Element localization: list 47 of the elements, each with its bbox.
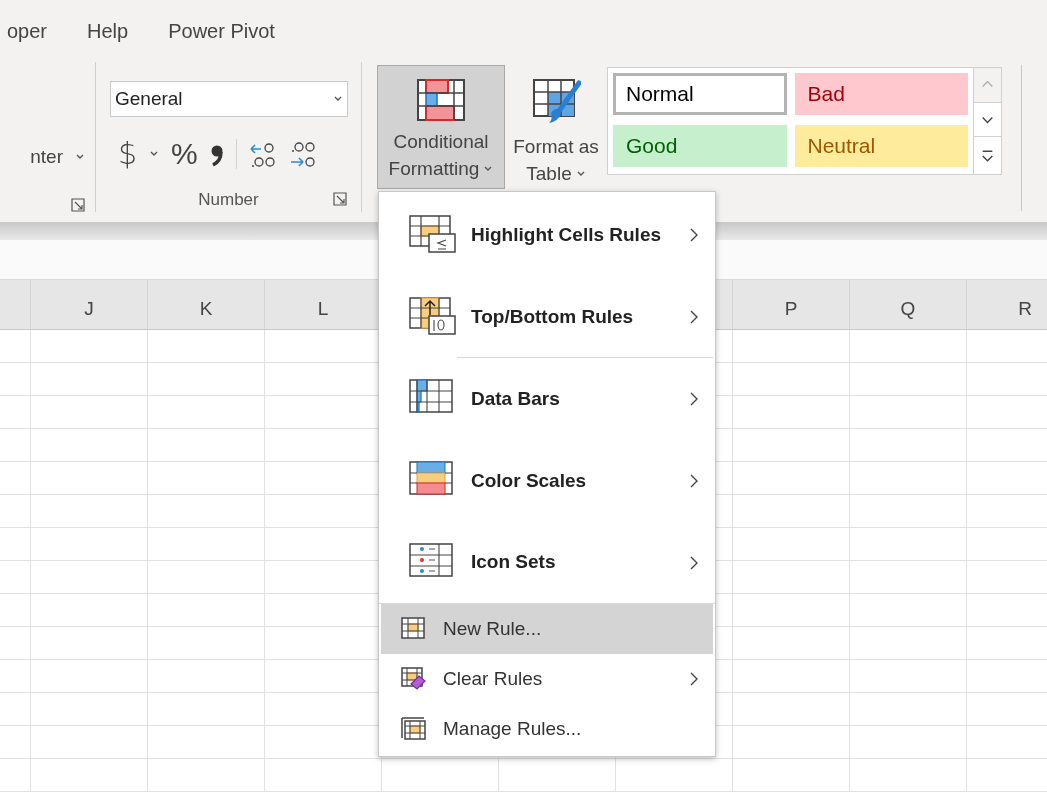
new-rule-icon (401, 617, 427, 641)
currency-icon[interactable]: $ (118, 139, 138, 169)
cell-style-item[interactable]: Good (613, 125, 787, 167)
format-as-table-button[interactable]: Format as Table (507, 65, 605, 189)
dialog-launcher-icon[interactable] (71, 198, 85, 212)
percent-icon[interactable]: % (171, 139, 198, 169)
cell-style-item[interactable]: Neutral (794, 125, 968, 167)
column-header[interactable]: J (84, 294, 94, 323)
cell-style-item[interactable]: Normal (613, 73, 787, 115)
menu-item[interactable]: New Rule... (381, 604, 713, 654)
chevron-right-icon (689, 309, 699, 325)
chevron-down-icon (333, 95, 343, 103)
column-header[interactable]: K (199, 294, 213, 323)
chevron-right-icon (689, 473, 699, 489)
conditional-grid-icon (416, 78, 466, 122)
ribbon-tab[interactable]: Power Pivot (168, 16, 275, 46)
menu-item[interactable]: Highlight Cells Rules (379, 194, 715, 276)
group-label: Number (198, 188, 259, 211)
menu-item[interactable]: Icon Sets (379, 522, 715, 604)
chevron-down-icon (75, 153, 85, 161)
top-ten-rules-icon (409, 297, 457, 337)
manage-rules-icon (401, 717, 427, 741)
column-header[interactable]: P (784, 294, 798, 323)
merge-center-button[interactable]: nter (30, 140, 85, 174)
ribbon-tab[interactable]: oper (7, 16, 48, 46)
chevron-down-icon[interactable] (149, 150, 160, 158)
chevron-down-icon (575, 169, 586, 178)
highlight-rules-icon (409, 215, 457, 255)
conditional-formatting-button[interactable]: Conditional Formatting (377, 65, 505, 189)
column-header[interactable]: R (1018, 294, 1032, 323)
dialog-launcher-icon[interactable] (333, 192, 347, 207)
decrease-decimal-icon[interactable] (288, 139, 317, 169)
clear-rules-icon (401, 667, 427, 691)
ribbon-tab[interactable]: Help (87, 16, 129, 46)
chevron-right-icon (689, 227, 699, 243)
chevron-right-icon (689, 391, 699, 407)
menu-item[interactable]: Color Scales (379, 440, 715, 522)
chevron-right-icon (689, 671, 699, 687)
menu-item[interactable]: Data Bars (379, 358, 715, 440)
cell-style-item[interactable]: Bad (794, 73, 968, 115)
chevron-down-icon (483, 164, 494, 173)
menu-item[interactable]: Top/Bottom Rules (379, 276, 715, 358)
column-header[interactable]: Q (900, 294, 916, 323)
chevron-right-icon (689, 554, 699, 571)
column-header[interactable]: L (317, 294, 329, 323)
more-styles-icon[interactable] (974, 137, 1001, 174)
number-format-select[interactable]: General (110, 81, 348, 117)
